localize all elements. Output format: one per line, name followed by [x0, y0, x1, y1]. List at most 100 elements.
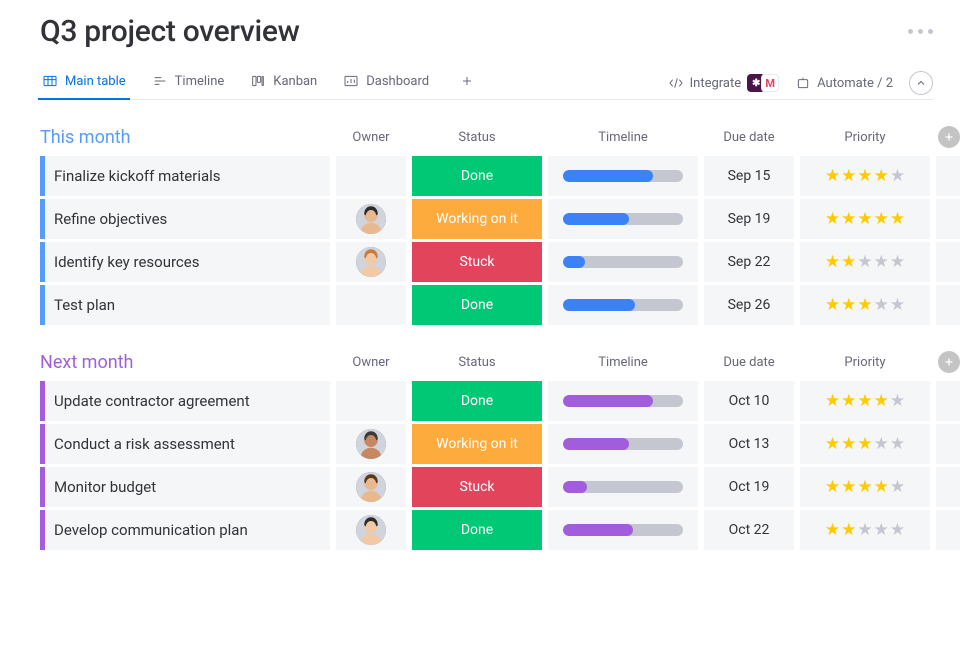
status-cell[interactable]: Done	[412, 285, 542, 325]
status-cell[interactable]: Working on it	[412, 424, 542, 464]
star-icon: ★	[857, 522, 872, 539]
table-row: Finalize kickoff materials Done Sep 15 ★…	[40, 156, 933, 196]
task-name-cell[interactable]: Refine objectives	[40, 199, 330, 239]
due-date-cell[interactable]: Sep 19	[704, 199, 794, 239]
group-header: Next month Owner Status Timeline Due dat…	[40, 351, 933, 373]
task-name-cell[interactable]: Conduct a risk assessment	[40, 424, 330, 464]
timeline-cell[interactable]	[548, 285, 698, 325]
star-icon: ★	[890, 522, 905, 539]
col-header-status[interactable]: Status	[412, 355, 542, 370]
col-header-owner[interactable]: Owner	[336, 130, 406, 145]
star-icon: ★	[857, 254, 872, 271]
timeline-cell[interactable]	[548, 199, 698, 239]
group-title[interactable]: Next month	[40, 352, 330, 373]
view-tab-dashboard[interactable]: Dashboard	[341, 67, 431, 99]
star-icon: ★	[841, 436, 856, 453]
row-trailing-cell	[936, 199, 960, 239]
view-tab-main-table[interactable]: Main table	[40, 67, 128, 99]
task-name-cell[interactable]: Test plan	[40, 285, 330, 325]
priority-cell[interactable]: ★★★★★	[800, 424, 930, 464]
due-date-cell[interactable]: Sep 26	[704, 285, 794, 325]
timeline-cell[interactable]	[548, 381, 698, 421]
status-cell[interactable]: Stuck	[412, 467, 542, 507]
star-icon: ★	[857, 393, 872, 410]
view-tab-kanban[interactable]: Kanban	[248, 67, 319, 99]
integrate-button[interactable]: Integrate ✱ M	[668, 74, 780, 92]
col-header-timeline[interactable]: Timeline	[548, 355, 698, 370]
star-icon: ★	[874, 168, 889, 185]
owner-cell[interactable]	[336, 156, 406, 196]
add-view-button[interactable]	[453, 67, 481, 99]
task-name-cell[interactable]: Finalize kickoff materials	[40, 156, 330, 196]
task-name-cell[interactable]: Develop communication plan	[40, 510, 330, 550]
owner-cell[interactable]	[336, 424, 406, 464]
star-icon: ★	[841, 168, 856, 185]
task-name-cell[interactable]: Identify key resources	[40, 242, 330, 282]
status-cell[interactable]: Working on it	[412, 199, 542, 239]
table-icon	[42, 73, 58, 89]
col-header-due[interactable]: Due date	[704, 130, 794, 145]
due-date-cell[interactable]: Oct 10	[704, 381, 794, 421]
due-date-cell[interactable]: Sep 15	[704, 156, 794, 196]
star-icon: ★	[825, 479, 840, 496]
star-icon: ★	[825, 522, 840, 539]
priority-cell[interactable]: ★★★★★	[800, 199, 930, 239]
group-title[interactable]: This month	[40, 127, 330, 148]
timeline-cell[interactable]	[548, 242, 698, 282]
col-header-status[interactable]: Status	[412, 130, 542, 145]
col-header-priority[interactable]: Priority	[800, 355, 930, 370]
avatar	[356, 472, 386, 502]
star-icon: ★	[890, 211, 905, 228]
status-cell[interactable]: Done	[412, 156, 542, 196]
col-header-owner[interactable]: Owner	[336, 355, 406, 370]
integrate-icon	[668, 75, 684, 91]
automate-button[interactable]: Automate / 2	[795, 75, 893, 91]
timeline-cell[interactable]	[548, 424, 698, 464]
status-cell[interactable]: Done	[412, 381, 542, 421]
col-header-due[interactable]: Due date	[704, 355, 794, 370]
due-date-cell[interactable]: Oct 19	[704, 467, 794, 507]
owner-cell[interactable]	[336, 199, 406, 239]
due-date-cell[interactable]: Oct 13	[704, 424, 794, 464]
row-trailing-cell	[936, 381, 960, 421]
star-icon: ★	[890, 168, 905, 185]
avatar	[356, 515, 386, 545]
task-name-cell[interactable]: Monitor budget	[40, 467, 330, 507]
collapse-header-button[interactable]	[909, 71, 933, 95]
priority-cell[interactable]: ★★★★★	[800, 510, 930, 550]
col-header-priority[interactable]: Priority	[800, 130, 930, 145]
due-date-cell[interactable]: Sep 22	[704, 242, 794, 282]
owner-cell[interactable]	[336, 381, 406, 421]
priority-cell[interactable]: ★★★★★	[800, 285, 930, 325]
star-icon: ★	[890, 393, 905, 410]
priority-cell[interactable]: ★★★★★	[800, 381, 930, 421]
table-row: Monitor budget Stuck Oct 19 ★★★★★	[40, 467, 933, 507]
star-icon: ★	[857, 168, 872, 185]
star-icon: ★	[841, 522, 856, 539]
star-icon: ★	[825, 211, 840, 228]
timeline-cell[interactable]	[548, 156, 698, 196]
task-name-cell[interactable]: Update contractor agreement	[40, 381, 330, 421]
add-column-button[interactable]	[938, 351, 960, 373]
timeline-cell[interactable]	[548, 467, 698, 507]
view-tabs: Main table Timeline Kanban Dashboard Int…	[40, 67, 933, 100]
owner-cell[interactable]	[336, 242, 406, 282]
star-icon: ★	[874, 522, 889, 539]
timeline-icon	[152, 73, 168, 89]
priority-cell[interactable]: ★★★★★	[800, 156, 930, 196]
col-header-timeline[interactable]: Timeline	[548, 130, 698, 145]
status-cell[interactable]: Stuck	[412, 242, 542, 282]
owner-cell[interactable]	[336, 285, 406, 325]
plus-icon	[943, 356, 955, 368]
status-cell[interactable]: Done	[412, 510, 542, 550]
owner-cell[interactable]	[336, 467, 406, 507]
more-options-icon[interactable]	[908, 29, 933, 34]
timeline-cell[interactable]	[548, 510, 698, 550]
priority-cell[interactable]: ★★★★★	[800, 242, 930, 282]
priority-cell[interactable]: ★★★★★	[800, 467, 930, 507]
add-column-button[interactable]	[938, 126, 960, 148]
due-date-cell[interactable]: Oct 22	[704, 510, 794, 550]
view-tab-timeline[interactable]: Timeline	[150, 67, 227, 99]
owner-cell[interactable]	[336, 510, 406, 550]
page-title: Q3 project overview	[40, 14, 300, 49]
